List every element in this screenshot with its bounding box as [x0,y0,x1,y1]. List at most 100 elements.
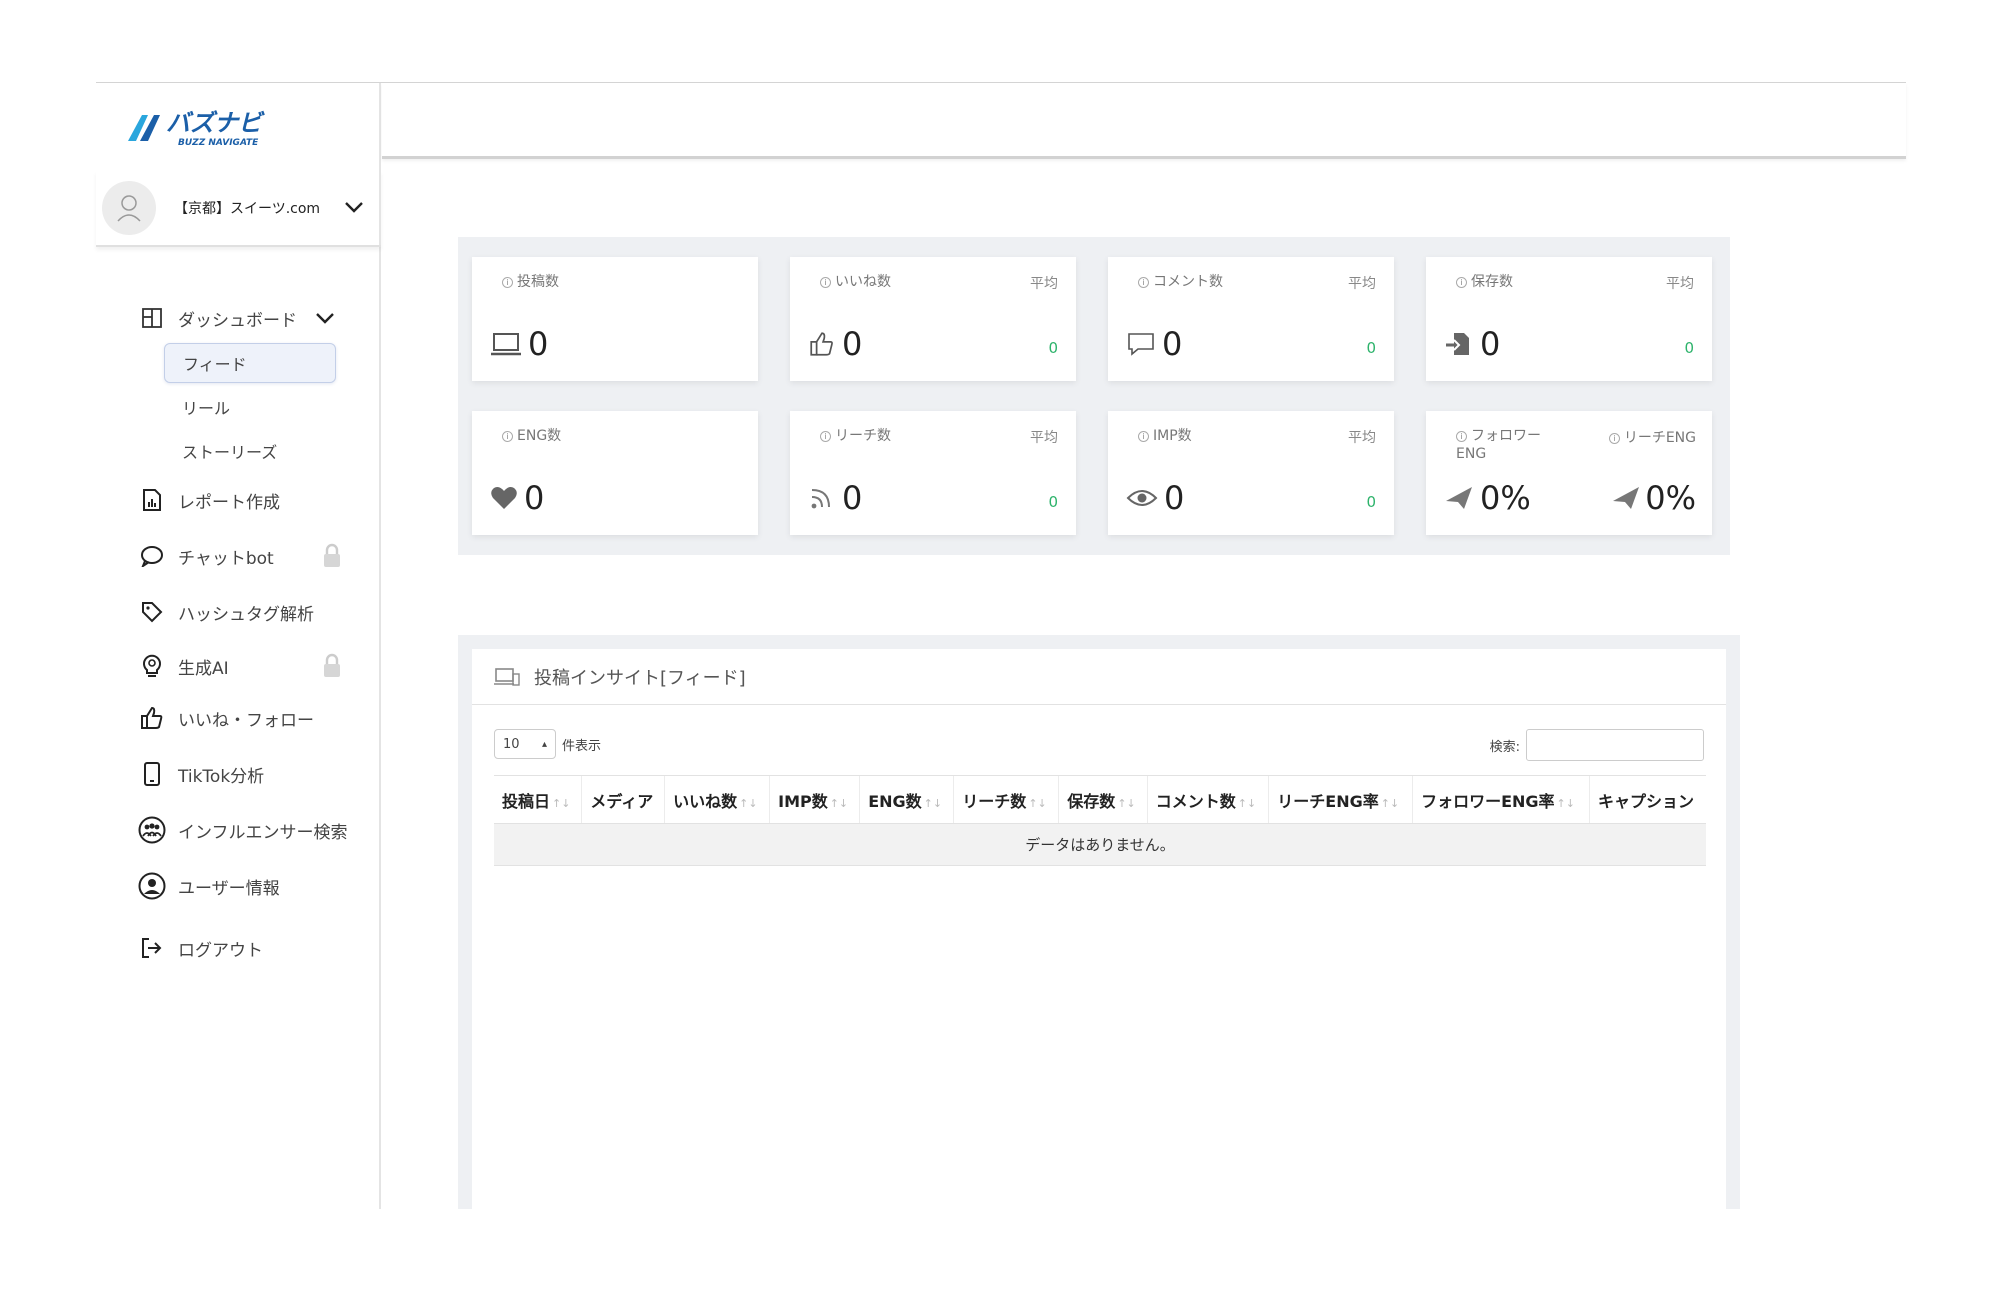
column-header[interactable]: フォロワーENG率 ↑↓ [1412,775,1590,824]
column-label: ENG数 [868,791,922,811]
report-icon [138,486,166,514]
stat-card-likes: i いいね数 平均 0 0 [790,257,1076,381]
brand-logo[interactable]: バズナビ BUZZ NAVIGATE [124,101,324,153]
sort-icon: ↑↓ [1556,796,1575,810]
stat-label: IMP数 [1153,428,1192,444]
column-header[interactable]: メディア [581,775,665,824]
stat-value: 0 [842,479,863,517]
insight-panel: 投稿インサイト[フィード] 10 ▴ 件表示 検索: 投稿日 ↑↓ メディア い… [458,635,1740,1209]
insight-title: 投稿インサイト[フィード] [534,667,746,689]
stat-label: いいね数 [835,274,891,290]
sidebar-subitem-feed[interactable]: フィード [164,343,336,383]
stat-label: リーチENG [1623,430,1696,446]
avg-label: 平均 [1348,430,1376,446]
sidebar-item-hashtag[interactable]: ハッシュタグ解析 [138,597,368,627]
people-group-icon [138,816,166,844]
info-icon: i [1138,430,1149,442]
tag-icon [138,598,166,626]
sidebar-item-label: ユーザー情報 [178,878,280,899]
stat-label: 保存数 [1471,274,1513,290]
avg-label: 平均 [1030,276,1058,292]
sort-icon: ↑↓ [1028,796,1047,810]
insight-header: 投稿インサイト[フィード] [472,649,1726,705]
sidebar-item-label: ハッシュタグ解析 [178,604,314,625]
devices-icon [494,667,520,687]
insight-table: 投稿日 ↑↓ メディア いいね数 ↑↓ IMP数 ↑↓ ENG数 ↑↓ リーチ数 ↑↓ 保… [494,775,1706,866]
thumbs-up-icon [808,330,836,358]
column-label: 保存数 [1067,791,1116,811]
file-import-icon [1444,330,1474,358]
stat-card-saves: i 保存数 平均 0 0 [1426,257,1712,381]
stat-card-eng-rates: i フォロワーENG i リーチENG 0% 0% [1426,411,1712,535]
info-icon: i [820,276,831,288]
app-window: バズナビ BUZZ NAVIGATE 【京都】スイーツ.com ダッシュボード [96,82,1906,1209]
column-header[interactable]: コメント数 ↑↓ [1146,775,1269,824]
page-length-value: 10 [503,736,520,752]
laptop-icon [490,330,522,358]
account-switcher[interactable]: 【京都】スイーツ.com [96,171,381,247]
top-header [382,83,1906,159]
avg-label: 平均 [1348,276,1376,292]
stat-label: ENG数 [517,428,562,444]
sidebar-item-ai[interactable]: 生成AI [138,651,368,681]
avg-value: 0 [1684,339,1694,357]
sidebar-subitem-reel[interactable]: リール [164,387,336,427]
page-length-select[interactable]: 10 ▴ [494,729,556,759]
sidebar: バズナビ BUZZ NAVIGATE 【京都】スイーツ.com ダッシュボード [96,83,381,1209]
lightbulb-gear-icon [138,652,166,680]
search-control: 検索: [1490,729,1704,761]
logout-icon [138,934,166,962]
column-label: IMP数 [778,791,828,811]
empty-table-message: データはありません。 [494,823,1706,866]
sidebar-item-dashboard[interactable]: ダッシュボード [138,303,368,333]
column-header[interactable]: いいね数 ↑↓ [664,775,770,824]
sidebar-item-influencer[interactable]: インフルエンサー検索 [138,815,368,845]
chat-bubble-icon [138,542,166,570]
lock-icon [322,653,342,684]
heart-icon [490,485,518,511]
sidebar-item-report[interactable]: レポート作成 [138,485,368,515]
paper-plane-icon [1611,485,1641,511]
sidebar-subitem-stories[interactable]: ストーリーズ [164,431,336,471]
column-label: 投稿日 [502,791,551,811]
column-header[interactable]: IMP数 ↑↓ [769,775,860,824]
sort-icon: ↑↓ [552,796,571,810]
sidebar-item-chatbot[interactable]: チャットbot [138,541,368,571]
info-icon: i [502,430,513,442]
column-header[interactable]: リーチENG率 ↑↓ [1268,775,1413,824]
sort-icon: ↑↓ [1380,796,1400,810]
info-icon: i [1456,276,1467,288]
column-header[interactable]: 保存数 ↑↓ [1058,775,1148,824]
layout-icon [138,304,166,332]
sort-icon: ↑↓ [739,796,758,810]
sidebar-item-user-info[interactable]: ユーザー情報 [138,871,368,901]
column-header[interactable]: ENG数 ↑↓ [859,775,954,824]
column-header[interactable]: 投稿日 ↑↓ [494,775,582,824]
stat-value: 0 [524,479,545,517]
info-icon: i [820,430,831,442]
sidebar-item-label: インフルエンサー検索 [178,822,348,843]
lock-icon [322,543,342,574]
avg-value: 0 [1048,339,1058,357]
search-input[interactable] [1526,729,1704,761]
chevron-down-icon[interactable] [344,199,364,218]
stat-value: 0 [842,325,863,363]
stat-label: フォロワーENG [1456,428,1541,462]
chevron-down-icon[interactable] [315,311,335,325]
sidebar-item-logout[interactable]: ログアウト [138,933,368,963]
column-header[interactable]: リーチ数 ↑↓ [953,775,1059,824]
sidebar-item-tiktok[interactable]: TikTok分析 [138,759,368,789]
column-label: リーチENG率 [1277,791,1379,811]
table-row: データはありません。 [494,823,1706,866]
column-header[interactable]: キャプション [1588,775,1706,824]
sidebar-item-label: 生成AI [178,658,229,679]
insight-card: 投稿インサイト[フィード] 10 ▴ 件表示 検索: 投稿日 ↑↓ メディア い… [472,649,1726,1209]
avg-label: 平均 [1030,430,1058,446]
stat-value: 0% [1480,479,1531,517]
sidebar-item-label: ダッシュボード [178,310,297,331]
column-label: いいね数 [673,791,738,811]
thumbs-up-icon [138,704,166,732]
sidebar-item-like-follow[interactable]: いいね・フォロー [138,703,368,733]
sidebar-item-label: いいね・フォロー [178,710,314,731]
rss-icon [808,485,836,511]
